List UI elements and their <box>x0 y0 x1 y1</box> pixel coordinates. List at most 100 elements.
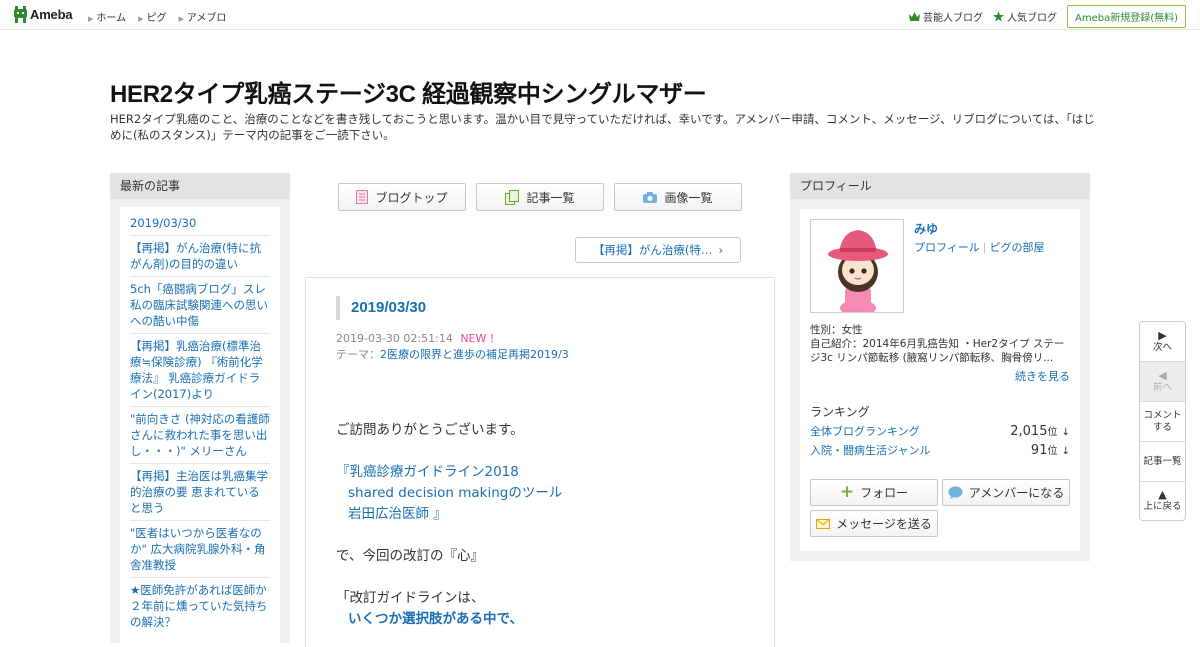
ranking-label[interactable]: 全体ブログランキング <box>810 423 920 439</box>
pigg-room-link[interactable]: ピグの部屋 <box>990 241 1045 254</box>
profile-link[interactable]: プロフィール <box>914 241 980 254</box>
comment-button[interactable]: コメントする <box>1140 402 1185 442</box>
ranking-value: 2,015位 ↓ <box>1010 423 1070 439</box>
side-nav: ▶ 次へ ◀ 前へ コメントする 記事一覧 ▲ 上に戻る <box>1139 321 1186 521</box>
recent-article-link[interactable]: 【再掲】乳癌治療(標準治療≒保険診療) 『術前化学療法』 乳癌診療ガイドライン(… <box>130 334 270 407</box>
quote-close: 』 <box>433 506 447 522</box>
document-icon <box>356 190 369 204</box>
play-left-icon: ◀ <box>1158 368 1167 382</box>
ranking-unit: 位 <box>1047 427 1058 438</box>
top-right-links: 芸能人ブログ 人気ブログ Ameba新規登録(無料) <box>908 5 1186 28</box>
body-line: ご訪問ありがとうございます。 <box>336 422 524 438</box>
article-body: ご訪問ありがとうございます。 『乳癌診療ガイドライン2018 shared de… <box>336 420 756 630</box>
article-datetime: 2019-03-30 02:51:14 <box>336 332 453 345</box>
avatar[interactable] <box>810 219 904 313</box>
caret-right-icon: ▶ <box>178 15 184 23</box>
nav-home[interactable]: ▶ ホーム <box>88 9 126 24</box>
prev-label: 前へ <box>1152 381 1172 393</box>
blog-nav-buttons: ブログトップ 記事一覧 画像一覧 <box>338 183 742 211</box>
send-message-label: メッセージを送る <box>836 517 932 531</box>
triangle-up-icon: ▲ <box>1158 488 1167 501</box>
article-list-side-button[interactable]: 記事一覧 <box>1140 442 1185 482</box>
chevron-right-icon: › <box>718 243 724 257</box>
star-icon <box>992 11 1004 22</box>
ranking-row: 全体ブログランキング 2,015位 ↓ <box>810 423 1070 439</box>
copy-icon <box>505 189 520 205</box>
theme-label: テーマ： <box>336 348 380 361</box>
top-nav: ▶ ホーム ▶ ピグ ▶ アメブロ <box>88 9 226 24</box>
read-more-link[interactable]: 続きを見る <box>1015 368 1070 384</box>
image-list-button[interactable]: 画像一覧 <box>614 183 742 211</box>
recent-article-link[interactable]: 【再掲】主治医は乳癌集学的治療の要 恵まれていると思う <box>130 464 270 521</box>
nav-pigg[interactable]: ▶ ピグ <box>138 9 166 24</box>
register-button[interactable]: Ameba新規登録(無料) <box>1066 5 1186 28</box>
send-message-button[interactable]: メッセージを送る <box>810 510 938 537</box>
recent-article-link[interactable]: 5ch「癌闘病ブログ」スレ 私の臨床試験関連への思いへの酷い中傷 <box>130 277 270 334</box>
ranking-heading: ランキング <box>810 405 870 419</box>
new-badge: NEW ! <box>460 332 495 345</box>
ranking-number: 2,015 <box>1010 424 1048 439</box>
theme-link[interactable]: 2医療の限界と進歩の補足再掲2019/3 <box>380 348 569 361</box>
body-line-emphasis: いくつか選択肢がある中で、 <box>348 611 523 627</box>
back-to-top-label: 上に戻る <box>1143 501 1182 512</box>
back-to-top-button[interactable]: ▲ 上に戻る <box>1140 482 1185 520</box>
profile-intro: 自己紹介：2014年6月乳癌告知 ・Her2タイプ ステージ3c リンパ節転移 … <box>810 338 1065 364</box>
amember-label: アメンバーになる <box>968 486 1065 500</box>
play-right-icon: ▶ <box>1158 328 1167 342</box>
plus-icon: + <box>839 482 855 502</box>
ranking-label[interactable]: 入院・闘病生活ジャンル <box>810 442 930 458</box>
profile-heading: プロフィール <box>790 173 1090 199</box>
profile-box: みゆ プロフィール | ピグの部屋 性別：女性 自己紹介：2014年6月乳癌告知 ・… <box>800 209 1080 551</box>
article-list-button[interactable]: 記事一覧 <box>476 183 604 211</box>
next-entry-label: 【再掲】がん治療(特… <box>592 243 713 257</box>
ranking-arrow: ↓ <box>1061 446 1070 457</box>
celebrity-blog-link[interactable]: 芸能人ブログ <box>908 9 983 24</box>
body-link[interactable]: shared decision makingのツール <box>348 485 562 501</box>
recent-article-link[interactable]: "医者はいつから医者なのか" 広大病院乳腺外科・角舎准教授 <box>130 521 270 578</box>
next-article-button[interactable]: ▶ 次へ <box>1140 322 1185 362</box>
article-list-label: 記事一覧 <box>526 190 575 205</box>
ranking-unit: 位 <box>1047 446 1058 457</box>
recent-articles-list: 2019/03/30 【再掲】がん治療(特に抗がん剤)の目的の違い 5ch「癌闘… <box>120 207 280 647</box>
body-link[interactable]: 乳癌診療ガイドライン2018 <box>350 464 519 480</box>
profile-gender: 性別：女性 <box>810 324 863 336</box>
body-line: 「改訂ガイドラインは、 <box>336 590 485 606</box>
recent-article-link[interactable]: ★医師免許があれば医師か ２年前に燻っていた気持ちの解決？ <box>130 578 270 634</box>
profile-links: プロフィール | ピグの部屋 <box>914 239 1045 255</box>
blog-top-button[interactable]: ブログトップ <box>338 183 466 211</box>
recent-article-link[interactable]: "前向きさ (神対応の看護師さんに救われた事を思い出し・・・)" メリーさん <box>130 407 270 464</box>
recent-article-link[interactable]: 2019/03/30 <box>130 211 270 236</box>
article-meta: 2019-03-30 02:51:14 NEW ! テーマ：2医療の限界と進歩の… <box>336 331 569 363</box>
speech-bubble-icon <box>948 486 963 499</box>
next-entry-button[interactable]: 【再掲】がん治療(特… › <box>575 237 741 263</box>
envelope-icon <box>816 518 831 529</box>
recent-articles-panel: 最新の記事 2019/03/30 【再掲】がん治療(特に抗がん剤)の目的の違い … <box>110 173 290 647</box>
recent-article-link[interactable]: 【再掲】がん治療(特に抗がん剤)の目的の違い <box>130 236 270 277</box>
avatar-image <box>811 220 903 312</box>
body-link[interactable]: 岩田広治医師 <box>348 506 429 522</box>
follow-label: フォロー <box>860 486 909 500</box>
ranking-value: 91位 ↓ <box>1031 442 1070 458</box>
popular-blog-link[interactable]: 人気ブログ <box>992 9 1057 24</box>
profile-name[interactable]: みゆ <box>914 220 938 237</box>
nav-ameblo[interactable]: ▶ アメブロ <box>178 9 226 24</box>
blog-title[interactable]: HER2タイプ乳癌ステージ3C 経過観察中シングルマザー <box>110 74 707 109</box>
ranking-arrow: ↓ <box>1061 427 1070 438</box>
prev-article-button[interactable]: ◀ 前へ <box>1140 362 1185 402</box>
amember-button[interactable]: アメンバーになる <box>942 479 1070 506</box>
profile-panel: プロフィール みゆ プロフィール | ピグの部屋 性別：女性 自己紹介：2014… <box>790 173 1090 561</box>
top-bar: Ameba ▶ ホーム ▶ ピグ ▶ アメブロ 芸能人ブログ 人気ブログ Ameba新… <box>0 0 1200 30</box>
nav-home-label: ホーム <box>96 13 127 24</box>
ranking-row: 入院・闘病生活ジャンル 91位 ↓ <box>810 442 1070 458</box>
separator: | <box>982 241 987 254</box>
follow-button[interactable]: + フォロー <box>810 479 938 506</box>
logo-text: Ameba <box>30 7 73 22</box>
caret-right-icon: ▶ <box>88 15 94 23</box>
ameba-logo-icon <box>14 6 27 23</box>
ameba-logo[interactable]: Ameba <box>14 6 73 23</box>
profile-info: 性別：女性 自己紹介：2014年6月乳癌告知 ・Her2タイプ ステージ3c リ… <box>810 323 1072 365</box>
article-title[interactable]: 2019/03/30 <box>336 296 426 320</box>
body-line: で、今回の改訂の『心』 <box>336 548 484 564</box>
quote-line: 『乳癌診療ガイドライン2018 <box>336 462 756 483</box>
nav-pigg-label: ピグ <box>146 13 167 24</box>
